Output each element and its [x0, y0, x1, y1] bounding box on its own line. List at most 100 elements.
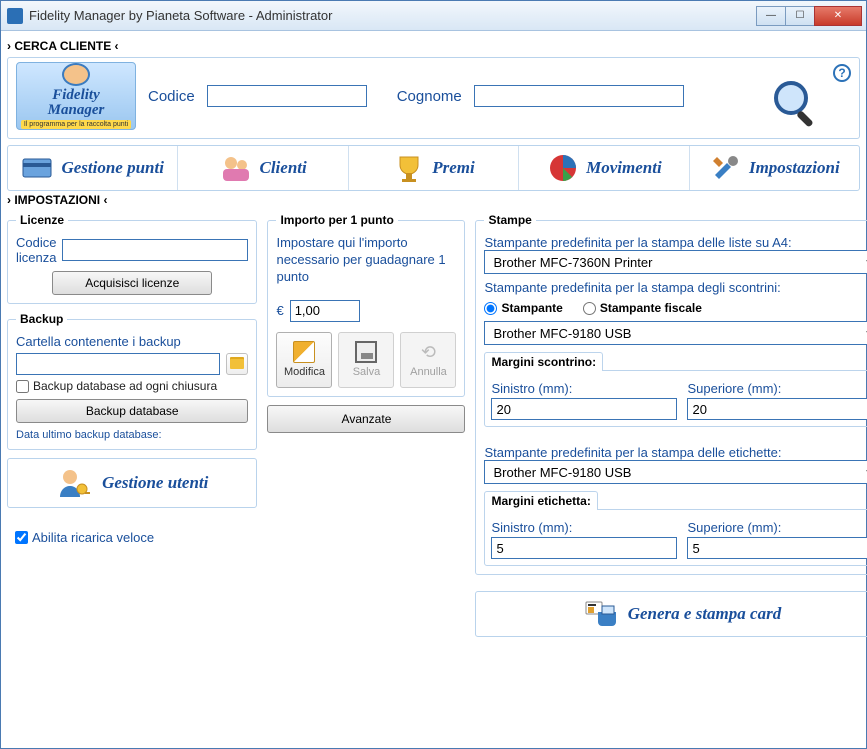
margini-scontrino-box: Sinistro (mm): Superiore (mm): — [484, 370, 867, 427]
logo-avatar-icon — [62, 63, 90, 86]
tools-icon — [709, 151, 743, 185]
etichette-printer-label: Stampante predefinita per la stampa dell… — [484, 445, 867, 460]
settings-col-left: Licenze Codice licenza Acquisisci licenz… — [7, 213, 257, 637]
people-icon — [219, 151, 253, 185]
last-backup-label: Data ultimo backup database: — [16, 429, 248, 441]
genera-stampa-card-label: Genera e stampa card — [628, 604, 781, 624]
scontrino-sinistro-label: Sinistro (mm): — [491, 381, 677, 396]
licenze-group: Licenze Codice licenza Acquisisci licenz… — [7, 213, 257, 304]
pencil-icon — [293, 341, 315, 363]
backup-folder-label: Cartella contenente i backup — [16, 334, 248, 349]
euro-symbol: € — [276, 303, 283, 318]
radio-stampante-row[interactable]: Stampante — [484, 301, 562, 315]
backup-on-close-row[interactable]: Backup database ad ogni chiusura — [16, 379, 248, 393]
tab-clienti-label: Clienti — [259, 158, 306, 178]
content-area: › CERCA CLIENTE ‹ Fidelity Manager Il pr… — [1, 31, 866, 748]
tab-movimenti[interactable]: Movimenti — [519, 146, 689, 190]
salva-button[interactable]: Salva — [338, 332, 394, 388]
avanzate-button[interactable]: Avanzate — [267, 405, 465, 433]
search-client-header: › CERCA CLIENTE ‹ — [7, 39, 860, 53]
scontrino-sinistro-input[interactable] — [491, 398, 677, 420]
importo-group: Importo per 1 punto Impostare qui l'impo… — [267, 213, 465, 397]
cognome-label: Cognome — [397, 88, 462, 105]
card-icon — [21, 151, 55, 185]
etichetta-superiore-input[interactable] — [687, 537, 867, 559]
scontrini-printer-select[interactable]: Brother MFC-9180 USB — [484, 321, 867, 345]
a4-printer-select[interactable]: Brother MFC-7360N Printer — [484, 250, 867, 274]
gestione-utenti-button[interactable]: Gestione utenti — [7, 458, 257, 508]
radio-stampante[interactable] — [484, 302, 497, 315]
settings-header: › IMPOSTAZIONI ‹ — [7, 193, 860, 207]
etichetta-sinistro-input[interactable] — [491, 537, 677, 559]
codice-input[interactable] — [207, 85, 367, 107]
app-logo: Fidelity Manager Il programma per la rac… — [16, 62, 136, 130]
undo-icon: ⟲ — [421, 342, 436, 363]
salva-label: Salva — [353, 366, 381, 378]
tab-premi-label: Premi — [432, 158, 475, 178]
tab-impostazioni[interactable]: Impostazioni — [690, 146, 859, 190]
tab-clienti[interactable]: Clienti — [178, 146, 348, 190]
search-icon[interactable] — [769, 76, 823, 133]
genera-stampa-card-button[interactable]: Genera e stampa card — [475, 591, 867, 637]
annulla-label: Annulla — [410, 366, 447, 378]
importo-input[interactable] — [290, 300, 360, 322]
gestione-utenti-label: Gestione utenti — [102, 473, 208, 493]
backup-legend: Backup — [16, 312, 67, 326]
etichetta-superiore-label: Superiore (mm): — [687, 520, 867, 535]
tab-premi[interactable]: Premi — [349, 146, 519, 190]
help-icon[interactable]: ? — [833, 64, 851, 82]
importo-toolbar: Modifica Salva ⟲ Annulla — [276, 332, 456, 388]
a4-printer-label: Stampante predefinita per la stampa dell… — [484, 235, 867, 250]
etichetta-sinistro-label: Sinistro (mm): — [491, 520, 677, 535]
scontrini-printer-label: Stampante predefinita per la stampa degl… — [484, 280, 867, 295]
user-key-icon — [56, 465, 92, 501]
browse-folder-button[interactable] — [226, 353, 248, 375]
close-button[interactable]: ✕ — [814, 6, 862, 26]
minimize-button[interactable]: — — [756, 6, 786, 26]
radio-fiscale[interactable] — [583, 302, 596, 315]
chart-icon — [546, 151, 580, 185]
margini-scontrino-legend: Margini scontrino: — [484, 352, 603, 371]
stampe-legend: Stampe — [484, 213, 535, 227]
backup-folder-input[interactable] — [16, 353, 220, 375]
settings-col-right: Stampe Stampante predefinita per la stam… — [475, 213, 867, 637]
floppy-icon — [355, 341, 377, 363]
settings-area: Licenze Codice licenza Acquisisci licenz… — [7, 213, 860, 637]
radio-stampante-label: Stampante — [501, 301, 562, 315]
codice-licenza-input[interactable] — [62, 239, 248, 261]
settings-col-middle: Importo per 1 punto Impostare qui l'impo… — [267, 213, 465, 637]
abilita-ricarica-row[interactable]: Abilita ricarica veloce — [15, 530, 257, 545]
logo-text-1: Fidelity — [52, 88, 100, 103]
tab-gestione-punti-label: Gestione punti — [61, 158, 164, 178]
backup-on-close-checkbox[interactable] — [16, 380, 29, 393]
stampe-group: Stampe Stampante predefinita per la stam… — [475, 213, 867, 575]
margini-etichetta-box: Sinistro (mm): Superiore (mm): — [484, 509, 867, 566]
abilita-ricarica-checkbox[interactable] — [15, 531, 28, 544]
codice-label: Codice — [148, 88, 195, 105]
titlebar: Fidelity Manager by Pianeta Software - A… — [1, 1, 866, 31]
importo-description: Impostare qui l'importo necessario per g… — [276, 235, 456, 286]
app-window: Fidelity Manager by Pianeta Software - A… — [0, 0, 867, 749]
printer-card-icon — [584, 598, 620, 631]
annulla-button[interactable]: ⟲ Annulla — [400, 332, 456, 388]
scontrino-superiore-input[interactable] — [687, 398, 867, 420]
trophy-icon — [392, 151, 426, 185]
modifica-label: Modifica — [284, 366, 325, 378]
modifica-button[interactable]: Modifica — [276, 332, 332, 388]
window-controls: — ☐ ✕ — [757, 6, 862, 26]
tab-gestione-punti[interactable]: Gestione punti — [8, 146, 178, 190]
search-panel: Fidelity Manager Il programma per la rac… — [7, 57, 860, 139]
cognome-input[interactable] — [474, 85, 684, 107]
acquisisci-licenze-button[interactable]: Acquisisci licenze — [52, 271, 212, 295]
backup-database-button[interactable]: Backup database — [16, 399, 248, 423]
codice-licenza-label: Codice licenza — [16, 235, 56, 265]
window-title: Fidelity Manager by Pianeta Software - A… — [29, 8, 757, 23]
scontrino-superiore-label: Superiore (mm): — [687, 381, 867, 396]
radio-fiscale-row[interactable]: Stampante fiscale — [583, 301, 702, 315]
margini-etichetta-legend: Margini etichetta: — [484, 491, 597, 510]
maximize-button[interactable]: ☐ — [785, 6, 815, 26]
logo-subtitle: Il programma per la raccolta punti — [21, 120, 131, 129]
etichette-printer-select[interactable]: Brother MFC-9180 USB — [484, 460, 867, 484]
importo-legend: Importo per 1 punto — [276, 213, 397, 227]
folder-icon — [230, 359, 244, 369]
